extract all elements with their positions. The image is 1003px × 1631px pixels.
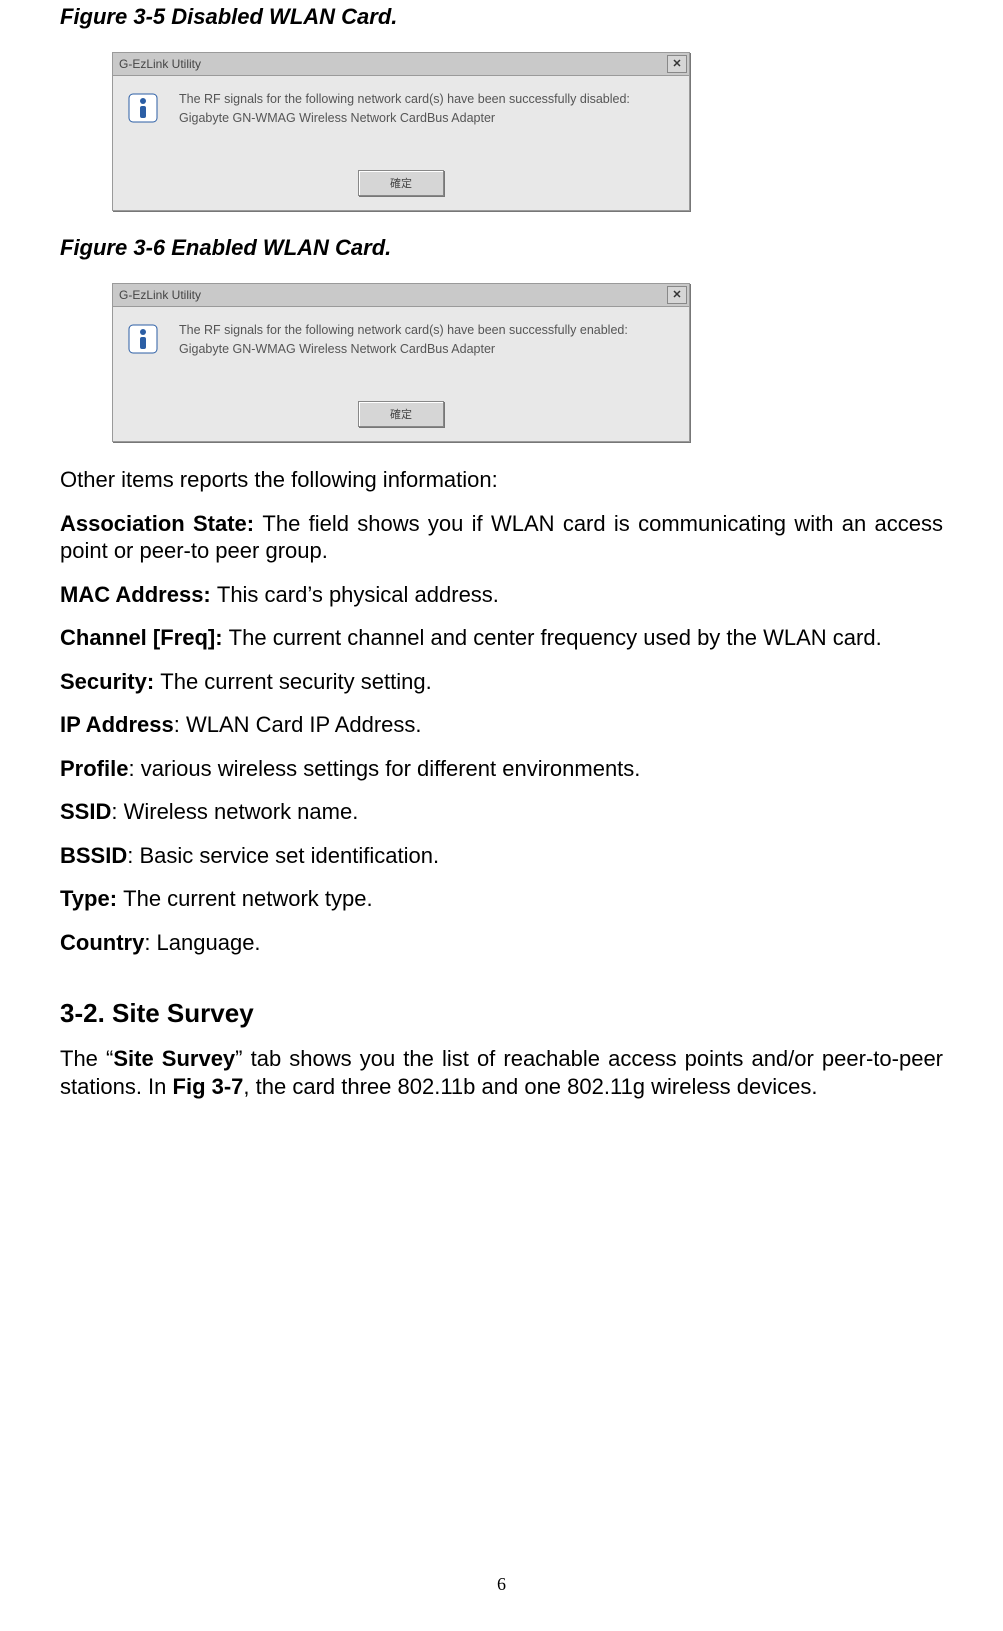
- site-survey-paragraph: The “Site Survey” tab shows you the list…: [60, 1045, 943, 1100]
- dialog-body: The RF signals for the following network…: [113, 76, 689, 164]
- dialog-enabled: G-EzLink Utility ✕ The RF signals for th…: [112, 283, 690, 442]
- dialog-footer: 確定: [113, 164, 689, 210]
- def-label: Country: [60, 930, 144, 955]
- figure-3-6-caption: Figure 3-6 Enabled WLAN Card.: [60, 235, 943, 261]
- def-security: Security: The current security setting.: [60, 668, 943, 696]
- dialog-line1: The RF signals for the following network…: [179, 90, 630, 109]
- p-bold-site-survey: Site Survey: [113, 1046, 235, 1071]
- def-text: This card’s physical address.: [217, 582, 499, 607]
- def-label: MAC Address:: [60, 582, 217, 607]
- def-text: : Language.: [144, 930, 260, 955]
- def-label: Type:: [60, 886, 123, 911]
- dialog-disabled: G-EzLink Utility ✕ The RF signals for th…: [112, 52, 690, 211]
- def-channel-freq: Channel [Freq]: The current channel and …: [60, 624, 943, 652]
- dialog-line2: Gigabyte GN-WMAG Wireless Network CardBu…: [179, 340, 628, 359]
- intro-text: Other items reports the following inform…: [60, 466, 943, 494]
- def-text: The current security setting.: [160, 669, 431, 694]
- close-icon[interactable]: ✕: [667, 55, 687, 73]
- def-ssid: SSID: Wireless network name.: [60, 798, 943, 826]
- def-label: Security:: [60, 669, 160, 694]
- def-text: The current channel and center frequency…: [229, 625, 882, 650]
- dialog-title-text: G-EzLink Utility: [119, 288, 201, 302]
- page-number: 6: [0, 1574, 1003, 1595]
- dialog-title-text: G-EzLink Utility: [119, 57, 201, 71]
- dialog-titlebar: G-EzLink Utility ✕: [113, 284, 689, 307]
- page-root: Figure 3-5 Disabled WLAN Card. G-EzLink …: [0, 4, 1003, 1631]
- dialog-body: The RF signals for the following network…: [113, 307, 689, 395]
- def-bssid: BSSID: Basic service set identification.: [60, 842, 943, 870]
- ok-button[interactable]: 確定: [358, 401, 444, 427]
- info-icon: [127, 323, 159, 355]
- def-country: Country: Language.: [60, 929, 943, 957]
- dialog-line2: Gigabyte GN-WMAG Wireless Network CardBu…: [179, 109, 630, 128]
- figure-3-6-image: G-EzLink Utility ✕ The RF signals for th…: [112, 283, 943, 442]
- def-label: BSSID: [60, 843, 127, 868]
- def-profile: Profile: various wireless settings for d…: [60, 755, 943, 783]
- def-text: : WLAN Card IP Address.: [174, 712, 422, 737]
- def-text: : Basic service set identification.: [127, 843, 439, 868]
- def-label: Association State:: [60, 511, 262, 536]
- close-icon[interactable]: ✕: [667, 286, 687, 304]
- def-text: The current network type.: [123, 886, 372, 911]
- def-text: : various wireless settings for differen…: [128, 756, 640, 781]
- dialog-line1: The RF signals for the following network…: [179, 321, 628, 340]
- def-association-state: Association State: The field shows you i…: [60, 510, 943, 565]
- ok-button[interactable]: 確定: [358, 170, 444, 196]
- info-icon: [127, 92, 159, 124]
- def-mac-address: MAC Address: This card’s physical addres…: [60, 581, 943, 609]
- def-label: SSID: [60, 799, 111, 824]
- def-text: : Wireless network name.: [111, 799, 358, 824]
- section-heading-site-survey: 3-2. Site Survey: [60, 998, 943, 1029]
- p-part: , the card three 802.11b and one 802.11g…: [243, 1074, 817, 1099]
- dialog-titlebar: G-EzLink Utility ✕: [113, 53, 689, 76]
- dialog-message: The RF signals for the following network…: [179, 90, 630, 158]
- figure-3-5-image: G-EzLink Utility ✕ The RF signals for th…: [112, 52, 943, 211]
- p-bold-fig-3-7: Fig 3-7: [173, 1074, 244, 1099]
- dialog-message: The RF signals for the following network…: [179, 321, 628, 389]
- dialog-footer: 確定: [113, 395, 689, 441]
- def-label: IP Address: [60, 712, 174, 737]
- def-ip-address: IP Address: WLAN Card IP Address.: [60, 711, 943, 739]
- p-part: The “: [60, 1046, 113, 1071]
- def-label: Profile: [60, 756, 128, 781]
- def-label: Channel [Freq]:: [60, 625, 229, 650]
- figure-3-5-caption: Figure 3-5 Disabled WLAN Card.: [60, 4, 943, 30]
- def-type: Type: The current network type.: [60, 885, 943, 913]
